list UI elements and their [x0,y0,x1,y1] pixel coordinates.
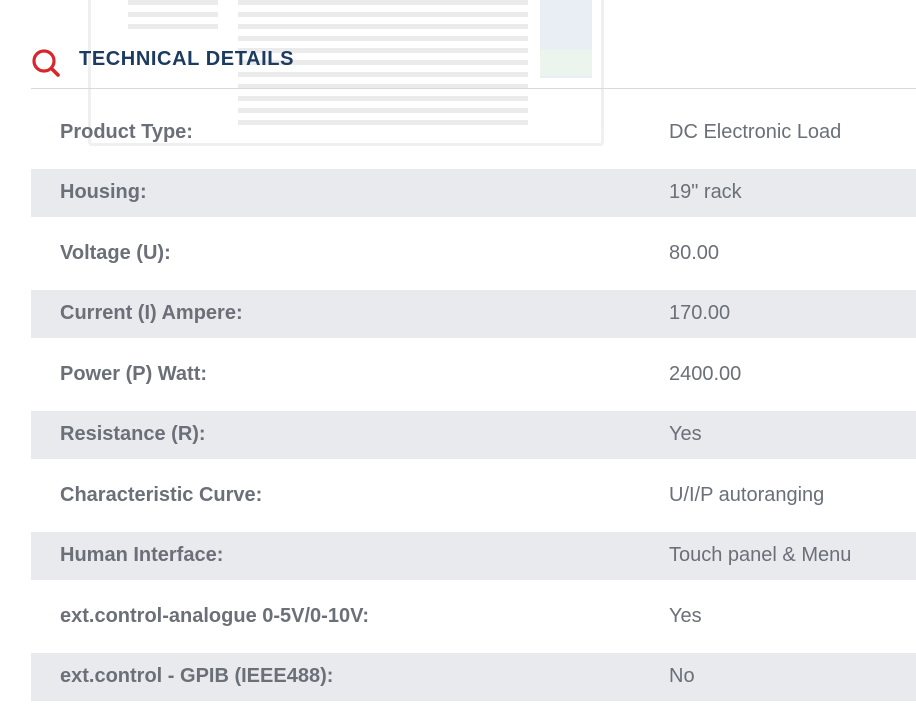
spec-row: Product Type: DC Electronic Load [31,108,916,156]
spec-row: Voltage (U): 80.00 [31,229,916,277]
spec-value: U/I/P autoranging [669,483,825,506]
spec-label: Current (I) Ampere: [60,302,243,324]
spec-label: Human Interface: [60,544,224,566]
spec-label: Characteristic Curve: [60,483,263,506]
spec-label: Housing: [60,181,147,203]
search-icon [31,48,61,78]
spec-value: 170.00 [669,302,731,324]
spec-row: Housing: 19" rack [31,168,916,217]
technical-details-page: TECHNICAL DETAILS Product Type: DC Electr… [0,0,916,710]
spec-value: 2400.00 [669,362,742,385]
spec-label: Voltage (U): [60,241,171,264]
spec-value: Yes [669,423,702,445]
spec-value: 80.00 [669,241,720,264]
spec-value: DC Electronic Load [669,120,842,143]
spec-label: ext.control-analogue 0-5V/0-10V: [60,604,369,627]
spec-value: No [669,665,695,687]
spec-row: Human Interface: Touch panel & Menu [31,531,916,580]
spec-label: ext.control - GPIB (IEEE488): [60,665,334,687]
spec-table: Product Type: DC Electronic Load Housing: 1… [31,108,916,710]
spec-label: Power (P) Watt: [60,362,208,385]
spec-value: 19" rack [669,181,742,203]
spec-value: Yes [669,604,702,627]
spec-row: Power (P) Watt: 2400.00 [31,350,916,398]
spec-row: Characteristic Curve: U/I/P autoranging [31,471,916,519]
spec-row: ext.control - GPIB (IEEE488): No [31,652,916,701]
section-title: TECHNICAL DETAILS [79,48,295,70]
spec-row: ext.control-analogue 0-5V/0-10V: Yes [31,592,916,640]
spec-row: Current (I) Ampere: 170.00 [31,289,916,338]
spec-row: Resistance (R): Yes [31,410,916,459]
spec-value: Touch panel & Menu [669,544,852,566]
spec-label: Resistance (R): [60,423,206,445]
spec-label: Product Type: [60,120,193,143]
section-header: TECHNICAL DETAILS [31,40,916,89]
